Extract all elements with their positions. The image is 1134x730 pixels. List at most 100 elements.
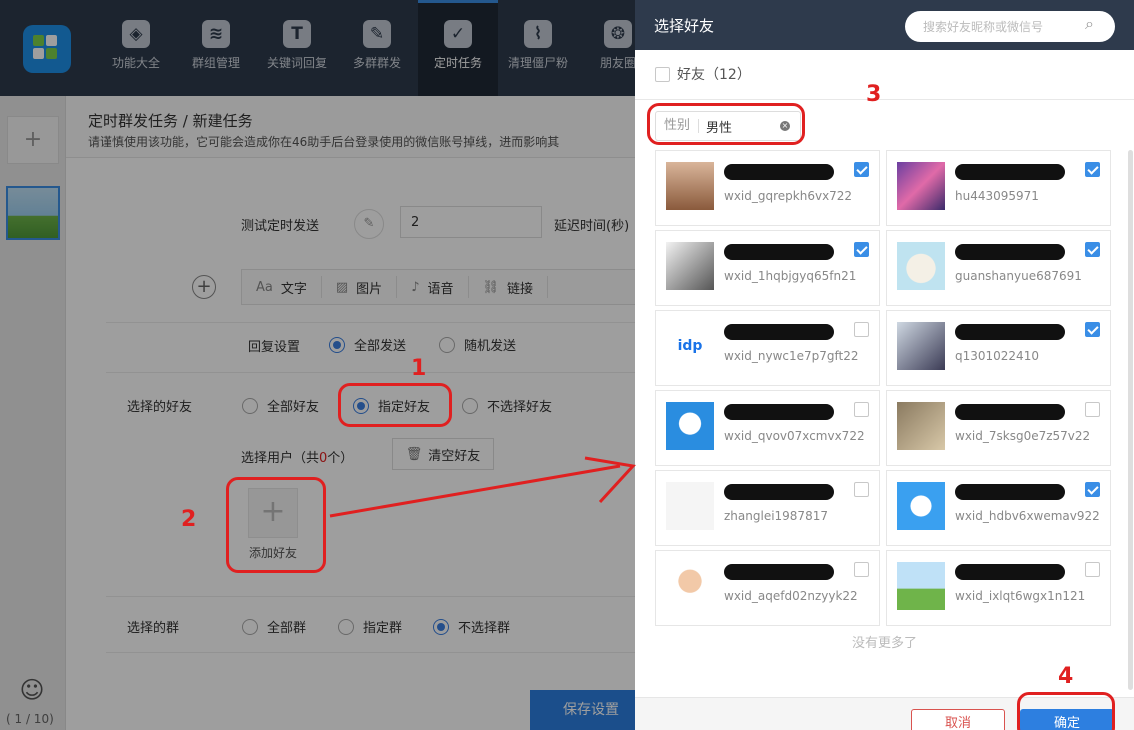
friend-name	[724, 484, 834, 500]
divider	[106, 596, 636, 597]
nav-item-multi-group-send[interactable]: ✎ 多群群发	[337, 0, 417, 96]
trash-icon: 🗑	[405, 446, 423, 462]
friend-card[interactable]: wxid_gqrepkh6vx722	[655, 150, 880, 226]
aperture-icon: ❂	[604, 20, 632, 48]
radio-no-friends[interactable]: 不选择好友	[462, 396, 552, 415]
radio-send-random[interactable]: 随机发送	[439, 335, 516, 354]
radio-all-groups[interactable]: 全部群	[242, 617, 306, 636]
friend-checkbox[interactable]	[854, 562, 869, 577]
radio-dot	[439, 336, 455, 353]
divider	[106, 322, 636, 323]
friend-card[interactable]: q1301022410	[886, 310, 1111, 386]
radio-dot	[242, 618, 258, 635]
save-settings-button[interactable]: 保存设置	[530, 690, 652, 730]
friend-checkbox[interactable]	[1085, 162, 1100, 177]
friend-checkbox[interactable]	[1085, 322, 1100, 337]
voice-message-button[interactable]: ♪ 语音	[397, 276, 469, 298]
radio-dot	[433, 618, 449, 635]
friend-checkbox[interactable]	[854, 322, 869, 337]
friend-card[interactable]: hu443095971	[886, 150, 1111, 226]
friend-wxid: hu443095971	[955, 189, 1039, 203]
friend-card[interactable]: zhanglei1987817	[655, 470, 880, 546]
friend-checkbox[interactable]	[1085, 402, 1100, 417]
cancel-button[interactable]: 取消	[911, 709, 1005, 730]
page-header: 定时群发任务 / 新建任务 请谨慎使用该功能，它可能会造成你在46助手后台登录使…	[66, 96, 636, 158]
radio-dot	[338, 618, 354, 635]
friend-avatar	[897, 242, 945, 290]
friend-name	[724, 404, 834, 420]
radio-dot	[353, 397, 369, 414]
nav-item-label: 朋友圈	[599, 56, 636, 70]
friend-checkbox[interactable]	[854, 242, 869, 257]
select-friends-dialog: 选择好友 ⌕ 好友（12） 性别 男性 × wxid_gqrepkh6vx722…	[635, 0, 1134, 730]
nav-item-label: 关键词回复	[266, 56, 327, 70]
gender-filter[interactable]: 性别 男性 ×	[655, 111, 801, 141]
friend-card[interactable]: wxid_hdbv6xwemav922	[886, 470, 1111, 546]
friend-wxid: wxid_qvov07xcmvx722	[724, 429, 865, 443]
friend-checkbox[interactable]	[1085, 562, 1100, 577]
friend-card[interactable]: wxid_qvov07xcmvx722	[655, 390, 880, 466]
friend-card[interactable]: idp wxid_nywc1e7p7gft22	[655, 310, 880, 386]
scrollbar[interactable]	[1128, 150, 1133, 690]
nav-item-clean-zombie-fans[interactable]: ⌇ 清理僵尸粉	[498, 0, 578, 96]
select-all-checkbox[interactable]	[655, 66, 670, 82]
radio-send-all[interactable]: 全部发送	[329, 335, 406, 354]
nav-item-label: 多群群发	[352, 56, 401, 70]
nav-item-scheduled-task[interactable]: ✓ 定时任务	[418, 0, 498, 96]
add-friend-button[interactable]: +	[248, 488, 298, 538]
edit-share-icon: ✎	[363, 20, 391, 48]
friend-checkbox[interactable]	[1085, 242, 1100, 257]
friend-wxid: q1301022410	[955, 349, 1039, 363]
dialog-title: 选择好友	[654, 17, 715, 35]
friend-wxid: zhanglei1987817	[724, 509, 828, 523]
friend-card[interactable]: wxid_ixlqt6wgx1n121	[886, 550, 1111, 626]
warning-text: 请谨慎使用该功能，它可能会造成你在46助手后台登录使用的微信账号掉线，进而影响其	[88, 135, 560, 149]
nav-item-label: 功能大全	[111, 56, 160, 70]
group-select-label: 选择的群	[127, 621, 180, 636]
clear-friends-button[interactable]: 🗑 清空好友	[392, 438, 494, 470]
friend-name	[955, 404, 1065, 420]
account-avatar[interactable]	[6, 186, 60, 240]
radio-specified-friends[interactable]: 指定好友	[353, 396, 430, 415]
friend-checkbox[interactable]	[854, 402, 869, 417]
image-message-button[interactable]: ▨ 图片	[322, 276, 398, 298]
search-icon[interactable]: ⌕	[1085, 14, 1094, 34]
friend-avatar	[666, 562, 714, 610]
radio-no-groups[interactable]: 不选择群	[433, 617, 510, 636]
no-more-text: 没有更多了	[851, 636, 917, 651]
users-icon[interactable]: ☺	[16, 676, 48, 708]
nav-item-label: 群组管理	[191, 56, 240, 70]
friend-checkbox[interactable]	[854, 482, 869, 497]
nav-item-keyword-reply[interactable]: T 关键词回复	[257, 0, 337, 96]
image-icon: ▨	[335, 279, 349, 295]
add-message-icon[interactable]: +	[192, 275, 216, 299]
nav-item-features[interactable]: ◈ 功能大全	[96, 0, 176, 96]
friend-avatar	[666, 402, 714, 450]
confirm-button[interactable]: 确定	[1020, 709, 1114, 730]
delay-input[interactable]	[400, 206, 542, 238]
add-account-button[interactable]: +	[7, 116, 59, 164]
friend-avatar	[897, 162, 945, 210]
radio-specified-groups[interactable]: 指定群	[338, 617, 402, 636]
link-message-button[interactable]: ⛓ 链接	[469, 276, 549, 298]
friend-card[interactable]: wxid_7sksg0e7z57v22	[886, 390, 1111, 466]
divider	[106, 652, 636, 653]
clear-filter-icon[interactable]: ×	[780, 121, 790, 131]
nav-item-group-management[interactable]: ≋ 群组管理	[176, 0, 256, 96]
friend-avatar	[897, 562, 945, 610]
friend-card[interactable]: guanshanyue687691	[886, 230, 1111, 306]
text-message-button[interactable]: Aa 文字	[242, 276, 322, 298]
app-logo[interactable]	[23, 25, 71, 73]
friend-search-input[interactable]	[905, 11, 1115, 42]
friend-name	[955, 244, 1065, 260]
friend-checkbox[interactable]	[1085, 482, 1100, 497]
select-all-friends[interactable]: 好友（12）	[655, 64, 751, 84]
friend-checkbox[interactable]	[854, 162, 869, 177]
message-type-toolbar: Aa 文字 ▨ 图片 ♪ 语音 ⛓ 链接	[241, 269, 636, 305]
friend-card[interactable]: wxid_aqefd02nzyyk22	[655, 550, 880, 626]
friend-card[interactable]: wxid_1hqbjgyq65fn21	[655, 230, 880, 306]
friend-wxid: guanshanyue687691	[955, 269, 1082, 283]
radio-all-friends[interactable]: 全部好友	[242, 396, 319, 415]
edit-pencil-icon[interactable]: ✎	[354, 209, 384, 239]
friend-avatar	[666, 482, 714, 530]
